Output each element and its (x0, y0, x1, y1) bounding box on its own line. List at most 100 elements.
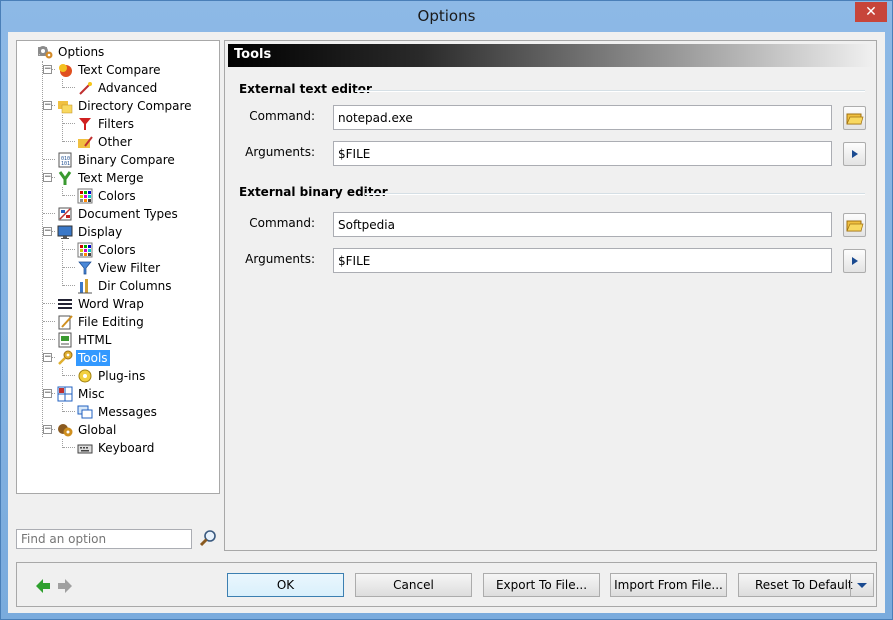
tree-connector (42, 61, 43, 437)
tree-expander[interactable]: − (43, 389, 52, 398)
tree-item-label: Dir Columns (98, 278, 172, 293)
binary-arguments-input[interactable] (334, 249, 831, 272)
tree-item-dir-columns[interactable]: Dir Columns (77, 276, 174, 294)
text-command-field[interactable] (333, 105, 832, 130)
find-option-input[interactable] (17, 530, 195, 548)
tree-connector (62, 115, 63, 142)
tree-item-label: Keyboard (98, 440, 155, 455)
tree-item-advanced[interactable]: Advanced (77, 78, 159, 96)
tree-item-label: Colors (98, 188, 136, 203)
wand-icon (77, 80, 93, 96)
close-button[interactable]: ✕ (855, 2, 887, 22)
tree-expander[interactable]: − (43, 353, 52, 362)
search-icon[interactable] (198, 529, 218, 549)
find-option-box[interactable] (16, 529, 195, 549)
tree-connector (63, 249, 75, 250)
text-command-input[interactable] (334, 106, 831, 129)
tree-item-label: Options (58, 44, 105, 59)
html-icon (57, 332, 73, 348)
tree-expander[interactable]: − (43, 101, 52, 110)
tree-item-other[interactable]: Other (77, 132, 134, 150)
text-arguments-label: Arguments: (245, 145, 315, 159)
group-divider (365, 193, 865, 195)
binary-command-input[interactable] (334, 213, 831, 236)
panel-header: Tools (228, 44, 873, 67)
tree-item-label: View Filter (98, 260, 161, 275)
tree-item-label: Text Compare (78, 62, 161, 77)
reset-to-default-label: Reset To Default (755, 578, 853, 592)
text-arguments-menu-button[interactable] (843, 142, 866, 166)
tree-item-display[interactable]: Display (57, 222, 124, 240)
tree-item-label: Colors (98, 242, 136, 257)
import-from-file-button[interactable]: Import From File... (610, 573, 727, 597)
tree-item-binary-compare[interactable]: 010 101 Binary Compare (57, 150, 177, 168)
export-to-file-button[interactable]: Export To File... (483, 573, 600, 597)
tree-item-html[interactable]: HTML (57, 330, 113, 348)
tree-item-global[interactable]: Global (57, 420, 118, 438)
tree-item-tools[interactable]: Tools (57, 348, 110, 366)
plugin-icon (77, 368, 93, 384)
keyboard-icon (77, 440, 93, 456)
tree-item-keyboard[interactable]: Keyboard (77, 438, 156, 456)
tree-item-display-colors[interactable]: Colors (77, 240, 138, 258)
misc-icon (57, 386, 73, 402)
tree-item-label: File Editing (78, 314, 144, 329)
title-bar[interactable]: Options ✕ (1, 1, 892, 32)
tree-connector (43, 303, 55, 304)
binary-arguments-label: Arguments: (245, 252, 315, 266)
binary-editor-group-title: External binary editor (239, 185, 388, 199)
text-arguments-input[interactable] (334, 142, 831, 165)
reset-dropdown[interactable] (850, 574, 873, 596)
tree-item-messages[interactable]: Messages (77, 402, 159, 420)
tools-panel: Tools External text editor Command: Argu… (224, 40, 877, 551)
tree-item-plug-ins[interactable]: Plug-ins (77, 366, 147, 384)
tree-item-document-types[interactable]: Document Types (57, 204, 180, 222)
options-tree[interactable]: − Options − Text Compare Advanced − (16, 40, 220, 494)
text-arguments-field[interactable] (333, 141, 832, 166)
tree-item-label: Display (78, 224, 123, 239)
tree-expander[interactable]: − (43, 173, 52, 182)
gears-icon (37, 44, 53, 60)
tree-item-misc[interactable]: Misc (57, 384, 107, 402)
tree-connector (63, 87, 75, 88)
tree-item-file-editing[interactable]: File Editing (57, 312, 146, 330)
tree-item-text-merge[interactable]: Text Merge (57, 168, 146, 186)
tree-item-text-compare[interactable]: Text Compare (57, 60, 163, 78)
binary-arguments-field[interactable] (333, 248, 832, 273)
tree-connector (63, 375, 75, 376)
columns-icon (77, 278, 93, 294)
binary-arguments-menu-button[interactable] (843, 249, 866, 273)
tree-connector (63, 141, 75, 142)
group-divider (355, 90, 865, 92)
tree-item-filters[interactable]: Filters (77, 114, 136, 132)
browse-binary-command-button[interactable] (843, 213, 866, 237)
tree-expander[interactable]: − (43, 227, 52, 236)
browse-text-command-button[interactable] (843, 106, 866, 130)
tree-expander[interactable]: − (43, 65, 52, 74)
back-arrow-icon[interactable] (35, 578, 51, 594)
tree-item-directory-compare[interactable]: Directory Compare (57, 96, 194, 114)
text-editor-group-title: External text editor (239, 82, 372, 96)
tree-item-merge-colors[interactable]: Colors (77, 186, 138, 204)
word-wrap-icon (57, 296, 73, 312)
tree-connector (43, 213, 55, 214)
text-command-label: Command: (249, 109, 315, 123)
binary-icon: 010 101 (57, 152, 73, 168)
folders-icon (57, 98, 73, 114)
tree-expander[interactable]: − (43, 425, 52, 434)
tree-item-options[interactable]: Options (37, 42, 106, 60)
global-icon (57, 422, 73, 438)
tree-item-word-wrap[interactable]: Word Wrap (57, 294, 146, 312)
document-types-icon (57, 206, 73, 222)
ok-button[interactable]: OK (227, 573, 344, 597)
options-window: Options ✕ − Options − (0, 0, 893, 620)
palette-icon (77, 242, 93, 258)
tree-item-view-filter[interactable]: View Filter (77, 258, 162, 276)
reset-to-default-button[interactable]: Reset To Default (738, 573, 874, 597)
cancel-button[interactable]: Cancel (355, 573, 472, 597)
forward-arrow-icon[interactable] (57, 578, 73, 594)
open-folder-icon (846, 113, 864, 125)
tree-connector (63, 123, 75, 124)
binary-command-field[interactable] (333, 212, 832, 237)
tree-item-label: Word Wrap (78, 296, 144, 311)
